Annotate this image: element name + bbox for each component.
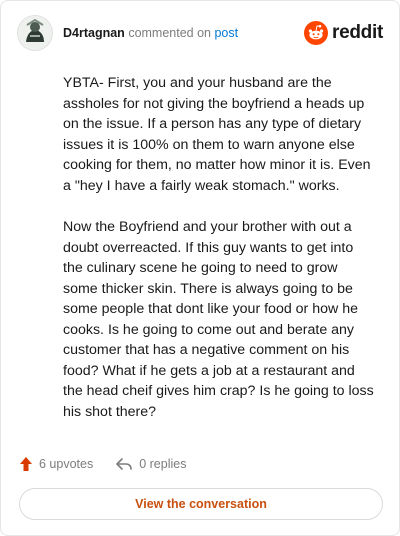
upvote-count: 6 upvotes [39, 457, 94, 471]
comment-paragraph: Now the Boyfriend and your brother with … [63, 219, 374, 420]
username[interactable]: D4rtagnan [63, 26, 125, 40]
avatar[interactable] [17, 15, 53, 51]
upvote-button[interactable]: 6 upvotes [19, 456, 93, 472]
comment-verb: commented on [128, 26, 211, 40]
view-conversation-button[interactable]: View the conversation [19, 488, 383, 520]
post-link[interactable]: post [214, 26, 238, 40]
avatar-icon [18, 16, 52, 50]
reply-arrow-icon [116, 458, 133, 470]
byline: D4rtagnan commented on post [63, 26, 238, 40]
reddit-brand[interactable]: reddit [304, 21, 383, 45]
comment-header: D4rtagnan commented on post reddit [17, 15, 383, 51]
reply-button[interactable]: 0 replies [115, 456, 186, 472]
comment-paragraph: YBTA- First, you and your husband are th… [63, 75, 371, 194]
comment-actions: 6 upvotes 0 replies [19, 453, 186, 475]
reddit-snoo-icon [304, 21, 329, 45]
reddit-wordmark: reddit [332, 22, 383, 43]
comment-card: D4rtagnan commented on post reddit YBTA-… [0, 0, 400, 536]
upvote-arrow-icon [20, 457, 32, 471]
comment-body: YBTA- First, you and your husband are th… [63, 73, 375, 443]
reply-count: 0 replies [139, 457, 187, 471]
